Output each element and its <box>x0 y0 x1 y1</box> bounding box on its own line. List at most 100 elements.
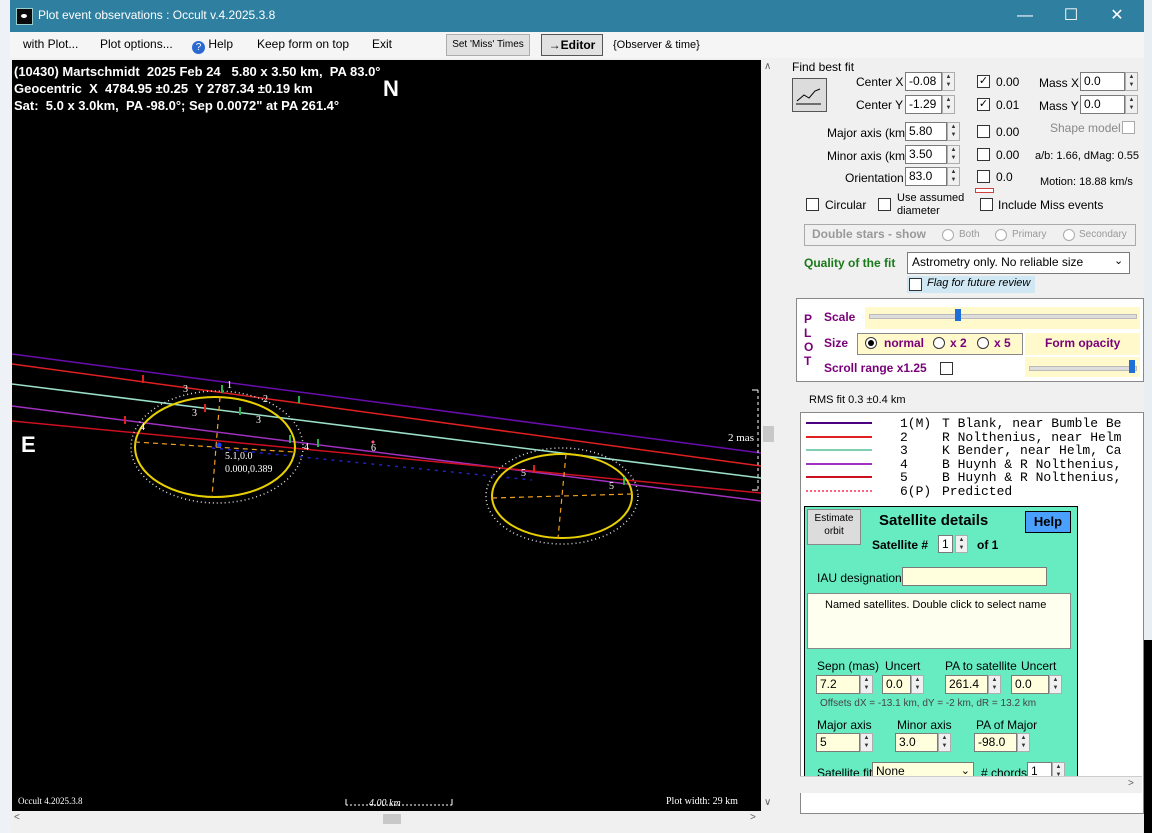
pa-to-satellite-label: PA to satellite <box>945 659 1017 673</box>
menu-bar: with Plot... Plot options... ? Help Keep… <box>10 32 1144 58</box>
estimate-orbit-button[interactable]: Estimate orbit <box>807 509 861 545</box>
center-x-spinner[interactable]: ▲ ▼ <box>942 72 955 91</box>
sepn-label: Sepn (mas) <box>817 659 880 673</box>
pa-input[interactable]: 261.4 <box>945 675 988 694</box>
form-opacity-label: Form opacity <box>1045 336 1121 350</box>
menu-keep-form-on-top[interactable]: Keep form on top <box>257 37 349 51</box>
sepn-uncert-spinner[interactable]: ▲ ▼ <box>911 675 924 694</box>
size-x5-radio[interactable] <box>977 337 989 349</box>
sat-major-axis-spinner[interactable]: ▲ ▼ <box>860 733 873 752</box>
center-y-input[interactable]: -1.29 <box>905 95 942 114</box>
sepn-spinner[interactable]: ▲ ▼ <box>860 675 873 694</box>
mass-y-spinner[interactable]: ▲ ▼ <box>1125 95 1138 114</box>
size-x5-label: x 5 <box>994 336 1011 350</box>
center-y-checkbox[interactable]: ✓ <box>977 98 990 111</box>
sat-major-axis-input[interactable]: 5 <box>816 733 860 752</box>
named-satellites-list[interactable]: Named satellites. Double click to select… <box>807 593 1071 649</box>
minimize-button[interactable]: — <box>1002 0 1048 32</box>
scroll-right-icon[interactable]: > <box>750 812 756 823</box>
minor-axis-spinner[interactable]: ▲ ▼ <box>947 145 960 164</box>
plot-canvas <box>12 353 761 806</box>
scale-slider-thumb[interactable] <box>954 309 961 321</box>
title-bar: Plot event observations : Occult v.4.202… <box>10 0 1144 32</box>
maximize-button[interactable]: ☐ <box>1048 0 1094 32</box>
close-button[interactable]: ✕ <box>1094 0 1140 32</box>
scale-bar-label: 4.00 km <box>369 798 401 809</box>
use-assumed-diameter-checkbox[interactable] <box>878 198 891 211</box>
both-radio[interactable] <box>942 229 954 241</box>
center-x-input[interactable]: -0.08 <box>905 72 942 91</box>
minor-axis-checkbox[interactable] <box>977 148 990 161</box>
chord-line-1 <box>12 353 761 454</box>
circular-checkbox[interactable] <box>806 198 819 211</box>
size-x2-radio[interactable] <box>933 337 945 349</box>
flag-review-row[interactable]: Flag for future review <box>907 276 1035 293</box>
scroll-left-icon[interactable]: < <box>14 812 20 823</box>
menu-observer-time[interactable]: {Observer & time} <box>613 39 700 51</box>
observer-legend-list[interactable]: 1(M) T Blank, near Bumble Be 2 R Noltheniu… <box>800 412 1144 814</box>
quality-of-fit-select[interactable]: Astrometry only. No reliable size ⌄ <box>907 252 1130 274</box>
mass-y-input[interactable]: 0.0 <box>1080 95 1125 114</box>
scroll-down-icon[interactable]: ∨ <box>764 797 771 808</box>
legend-swatch <box>806 462 872 465</box>
use-assumed-label: Use assumed <box>897 192 965 204</box>
menu-with-plot[interactable]: with Plot... <box>23 37 78 51</box>
vertical-scroll-thumb[interactable] <box>763 426 774 442</box>
find-best-fit-label: Find best fit <box>792 60 855 74</box>
mass-x-input[interactable]: 0.0 <box>1080 72 1125 91</box>
sat-pa-major-spinner[interactable]: ▲ ▼ <box>1017 733 1030 752</box>
pa-spinner[interactable]: ▲ ▼ <box>988 675 1001 694</box>
opacity-slider-thumb[interactable] <box>1129 360 1135 373</box>
size-normal-radio[interactable] <box>865 337 877 349</box>
flag-review-checkbox[interactable] <box>909 278 922 291</box>
sat-pa-major-input[interactable]: -98.0 <box>974 733 1017 752</box>
editor-button[interactable]: →Editor <box>541 34 603 56</box>
center-x-checkbox[interactable]: ✓ <box>977 75 990 88</box>
major-axis-spinner[interactable]: ▲ ▼ <box>947 122 960 141</box>
major-axis-checkbox[interactable] <box>977 125 990 138</box>
legend-horizontal-scrollbar[interactable]: > <box>800 776 1142 793</box>
primary-radio[interactable] <box>995 229 1007 241</box>
sat-minor-axis-input[interactable]: 3.0 <box>895 733 938 752</box>
sepn-input[interactable]: 7.2 <box>816 675 860 694</box>
satellite-number-input[interactable]: 1 <box>938 535 953 553</box>
scroll-up-icon[interactable]: ∧ <box>764 61 771 72</box>
satellite-details-title: Satellite details <box>879 512 989 529</box>
form-opacity-slider[interactable] <box>1025 357 1140 377</box>
plot-vertical-letter: O <box>804 340 814 354</box>
orientation-input[interactable]: 83.0 <box>905 167 947 186</box>
plot-vertical-letter: P <box>804 312 813 326</box>
menu-exit[interactable]: Exit <box>372 37 392 51</box>
satellite-number-spinner[interactable]: ▲ ▼ <box>955 535 968 553</box>
sat-minor-axis-spinner[interactable]: ▲ ▼ <box>938 733 951 752</box>
scale-slider[interactable] <box>865 307 1140 329</box>
scroll-range-checkbox[interactable] <box>940 362 953 375</box>
satellite-help-button[interactable]: Help <box>1025 511 1071 533</box>
orientation-checkbox[interactable] <box>977 170 990 183</box>
version-label: Occult 4.2025.3.8 <box>18 796 83 806</box>
sepn-uncert-input[interactable]: 0.0 <box>882 675 911 694</box>
pa-uncert-spinner[interactable]: ▲ ▼ <box>1049 675 1062 694</box>
center-y-spinner[interactable]: ▲ ▼ <box>942 95 955 114</box>
event-plot[interactable]: (10430) Martschmidt 2025 Feb 24 5.80 x 3… <box>12 60 761 811</box>
plot-horizontal-scrollbar[interactable]: < > <box>12 811 761 827</box>
orientation-spinner[interactable]: ▲ ▼ <box>947 167 960 186</box>
find-best-fit-button[interactable] <box>792 78 827 112</box>
pa-uncert-input[interactable]: 0.0 <box>1011 675 1049 694</box>
shape-model-checkbox[interactable] <box>1122 121 1135 134</box>
legend-scroll-right-icon[interactable]: > <box>1128 778 1134 789</box>
menu-help[interactable]: ? Help <box>192 37 233 54</box>
menu-plot-options[interactable]: Plot options... <box>100 37 173 51</box>
horizontal-scroll-thumb[interactable] <box>383 814 401 824</box>
mass-x-spinner[interactable]: ▲ ▼ <box>1125 72 1138 91</box>
minor-axis-input[interactable]: 3.50 <box>905 145 947 164</box>
plot-vertical-scrollbar[interactable]: ∧ ∨ <box>761 60 777 811</box>
quality-of-fit-label: Quality of the fit <box>804 256 896 270</box>
main-body-center <box>216 442 222 448</box>
chord-number: 1 <box>227 380 232 391</box>
set-miss-times-button[interactable]: Set 'Miss' Times <box>446 34 530 56</box>
secondary-radio[interactable] <box>1063 229 1075 241</box>
major-axis-input[interactable]: 5.80 <box>905 122 947 141</box>
include-miss-checkbox[interactable] <box>980 198 993 211</box>
iau-designation-input[interactable] <box>902 567 1047 586</box>
